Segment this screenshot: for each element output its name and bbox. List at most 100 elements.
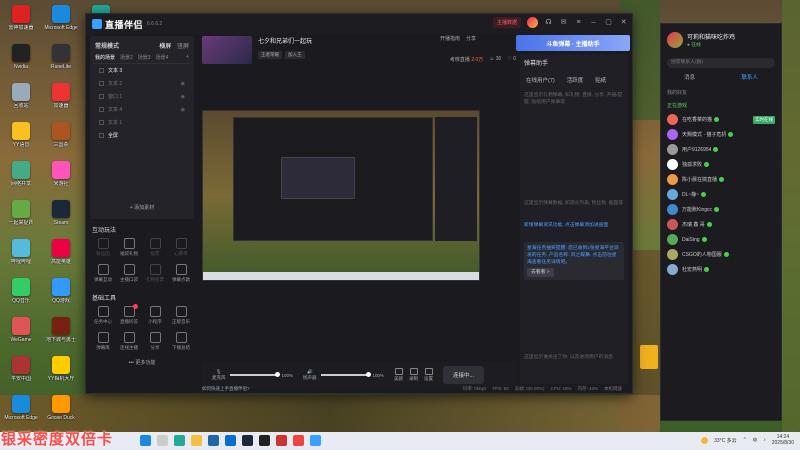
- category-tag[interactable]: 加入王: [285, 51, 305, 59]
- stream-app-icon[interactable]: [310, 435, 321, 446]
- windows-icon[interactable]: [140, 435, 151, 446]
- tool-button[interactable]: 弹幕库: [90, 332, 116, 351]
- checkbox-icon[interactable]: [99, 133, 104, 138]
- friend-item[interactable]: 天赐模式 · 猫子危机: [661, 127, 781, 142]
- tool-button[interactable]: 主播口袋: [116, 264, 142, 283]
- source-item[interactable]: 全屏: [93, 129, 191, 142]
- beauty-button[interactable]: 美颜: [394, 368, 403, 382]
- tool-button[interactable]: 小程序: [142, 306, 168, 325]
- settings-button[interactable]: 设置: [424, 368, 433, 382]
- friend-item[interactable]: 陈小晨在搞直播: [661, 172, 781, 187]
- promo-banner[interactable]: 斗鱼弹幕 · 主播助手: [516, 35, 630, 51]
- friend-item[interactable]: 独孤求败: [661, 157, 781, 172]
- tab-scene-2[interactable]: 场景2: [120, 54, 133, 61]
- desktop-icon[interactable]: Microsoft Edge: [2, 392, 40, 430]
- desktop-icon[interactable]: 哔哩哔哩: [2, 236, 40, 274]
- friend-item[interactable]: 杰瑞 鑫 哥: [661, 217, 781, 232]
- edge-icon[interactable]: [174, 435, 185, 446]
- tool-button[interactable]: 弹幕点歌: [168, 264, 194, 283]
- add-scene-button[interactable]: +: [186, 54, 189, 61]
- guide-link[interactable]: 开播指南: [440, 35, 460, 42]
- danmu-notice[interactable]: 新增弹幕资讯功能, 点击弹幕添加进画面: [524, 222, 624, 229]
- desktop-icon[interactable]: WeGame: [2, 314, 40, 352]
- add-source-button[interactable]: + 添加素材: [90, 204, 194, 211]
- stream-cover[interactable]: [202, 36, 252, 64]
- side-play-button[interactable]: [640, 345, 658, 369]
- minimize-icon[interactable]: –: [589, 18, 598, 27]
- category-tag[interactable]: 王者荣耀: [258, 51, 282, 59]
- desktop-icon[interactable]: 地下城与勇士: [42, 314, 80, 352]
- close-icon[interactable]: ✕: [619, 18, 628, 27]
- tab-contacts[interactable]: 联系人: [741, 73, 758, 81]
- tab-scene-3[interactable]: 场景3: [138, 54, 151, 61]
- desktop-icon[interactable]: 米游社: [42, 158, 80, 196]
- tray-expand-icon[interactable]: ⌃: [743, 437, 747, 443]
- more-features-button[interactable]: ••• 更多功能: [90, 359, 194, 366]
- desktop-icon[interactable]: 高能英雄: [42, 236, 80, 274]
- desktop-icon[interactable]: Microsoft Edge: [42, 2, 80, 40]
- mic-volume-slider[interactable]: [229, 372, 280, 377]
- eye-icon[interactable]: ◉: [181, 81, 185, 87]
- tab-online-users[interactable]: 在线用户(7): [526, 76, 555, 84]
- desktop-icon[interactable]: 加速器: [42, 80, 80, 118]
- tool-button[interactable]: 福袋礼物: [116, 238, 142, 257]
- qq-icon[interactable]: [259, 435, 270, 446]
- tool-button[interactable]: 下播总结: [168, 332, 194, 351]
- clock[interactable]: 14:24 2025/8/30: [772, 434, 794, 446]
- tool-button[interactable]: 分享: [142, 332, 168, 351]
- desktop-icon[interactable]: Goose Duck: [42, 392, 80, 430]
- folder-icon[interactable]: [191, 435, 202, 446]
- desktop-icon[interactable]: 雷神加速器: [2, 2, 40, 40]
- tab-scene-1[interactable]: 我的场景: [95, 54, 115, 61]
- friend-item[interactable]: DaiSing: [661, 232, 781, 247]
- landscape-toggle[interactable]: 横屏: [159, 44, 171, 50]
- music-icon[interactable]: [293, 435, 304, 446]
- tool-button[interactable]: 正版音乐: [168, 306, 194, 325]
- group-header[interactable]: 正在游戏: [661, 99, 781, 112]
- mode-selector[interactable]: 常规模式: [95, 41, 119, 50]
- avatar[interactable]: [667, 32, 683, 48]
- speaker-control[interactable]: 🔊 扬声器: [303, 369, 317, 381]
- checkbox-icon[interactable]: [99, 107, 104, 112]
- desktop-icon[interactable]: YY语音: [2, 119, 40, 157]
- source-item[interactable]: 文本 3: [93, 64, 191, 77]
- desktop-icon[interactable]: RuneLite: [42, 41, 80, 79]
- menu-icon[interactable]: ≡: [574, 18, 583, 27]
- streamer-data-button[interactable]: 主播数据: [492, 17, 521, 28]
- volume-icon[interactable]: ♪: [763, 437, 766, 443]
- tab-activity[interactable]: 活跃度: [567, 76, 584, 84]
- portrait-toggle[interactable]: 竖屏: [177, 44, 189, 50]
- help-link[interactable]: 如何快速上手直播伴侣?: [202, 386, 250, 391]
- steam-icon[interactable]: [242, 435, 253, 446]
- store-icon[interactable]: [208, 435, 219, 446]
- contact-search-input[interactable]: 搜索联系人(群): [667, 58, 775, 68]
- chat-status[interactable]: ● 在线: [687, 41, 735, 48]
- friend-item[interactable]: DL~静~: [661, 187, 781, 202]
- friend-item[interactable]: CSGO的人物国服: [661, 247, 781, 262]
- source-item[interactable]: 文本 1: [93, 116, 191, 129]
- desktop-icon[interactable]: 网络共享: [2, 158, 40, 196]
- share-link[interactable]: 分享: [466, 35, 476, 42]
- tool-button[interactable]: 礼物投票: [142, 264, 168, 283]
- tool-button[interactable]: 任务中心: [90, 306, 116, 325]
- desktop-icon[interactable]: YY相机大厅: [42, 353, 80, 391]
- checkbox-icon[interactable]: [99, 94, 104, 99]
- checkbox-icon[interactable]: [99, 120, 104, 125]
- tool-button[interactable]: 弹幕互动: [90, 264, 116, 283]
- network-icon[interactable]: ◍: [753, 437, 757, 443]
- speaker-volume-slider[interactable]: [320, 372, 371, 377]
- connect-button[interactable]: 连接中...: [443, 366, 485, 384]
- eye-icon[interactable]: ◉: [181, 94, 185, 100]
- desktop-icon[interactable]: Nvidia: [2, 41, 40, 79]
- view-task-button[interactable]: 去看看 >: [527, 268, 554, 277]
- search-icon[interactable]: [157, 435, 168, 446]
- tool-button[interactable]: 连线主播: [116, 332, 142, 351]
- maximize-icon[interactable]: ▢: [604, 18, 613, 27]
- friend-item[interactable]: 万能账Kingcc: [661, 202, 781, 217]
- desktop-icon[interactable]: 一起来捉妖: [2, 197, 40, 235]
- source-item[interactable]: 文本 2 ◉: [93, 77, 191, 90]
- friend-item[interactable]: 杜宏燕明: [661, 262, 781, 277]
- source-item[interactable]: 文本 4 ◉: [93, 103, 191, 116]
- message-icon[interactable]: ✉: [559, 18, 568, 27]
- tab-stickers[interactable]: 贴纸: [595, 76, 606, 84]
